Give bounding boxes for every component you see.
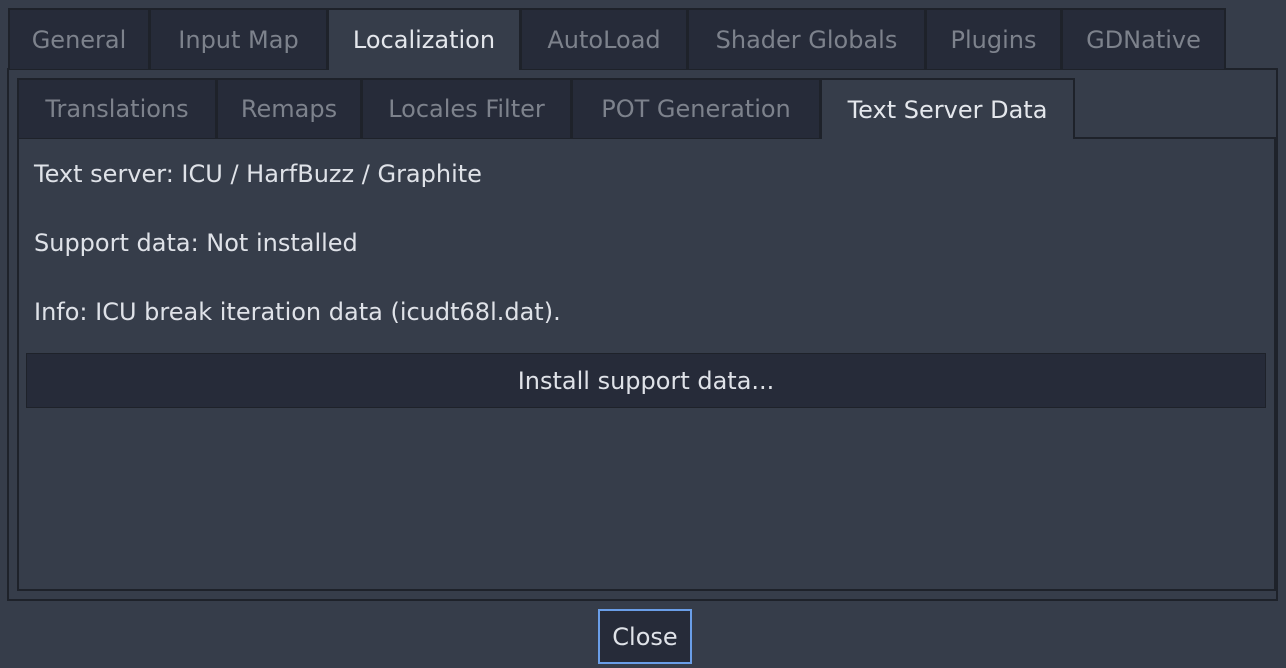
tab-pot-generation[interactable]: POT Generation	[571, 78, 821, 138]
info-label: Info: ICU break iteration data (icudt68l…	[34, 298, 561, 326]
install-support-data-button[interactable]: Install support data...	[26, 353, 1266, 408]
tab-locales-filter[interactable]: Locales Filter	[361, 78, 572, 138]
tab-input-map[interactable]: Input Map	[149, 8, 328, 69]
tab-gdnative[interactable]: GDNative	[1061, 8, 1226, 69]
tab-localization[interactable]: Localization	[327, 8, 521, 70]
tab-text-server-data[interactable]: Text Server Data	[820, 78, 1075, 139]
support-data-label: Support data: Not installed	[34, 229, 358, 257]
close-button[interactable]: Close	[598, 609, 692, 664]
tab-translations[interactable]: Translations	[17, 78, 217, 138]
tab-plugins[interactable]: Plugins	[925, 8, 1062, 69]
tab-general[interactable]: General	[8, 8, 150, 69]
tab-autoload[interactable]: AutoLoad	[520, 8, 688, 69]
tab-shader-globals[interactable]: Shader Globals	[687, 8, 926, 69]
tab-remaps[interactable]: Remaps	[216, 78, 362, 138]
text-server-label: Text server: ICU / HarfBuzz / Graphite	[34, 160, 482, 188]
